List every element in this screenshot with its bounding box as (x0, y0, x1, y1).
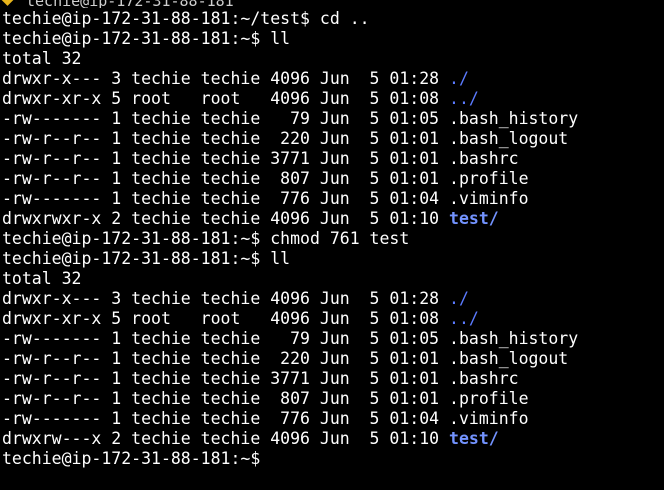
listing-row: drwxr-x--- 3 techie techie 4096 Jun 5 01… (2, 289, 578, 309)
listing-row: -rw------- 1 techie techie 79 Jun 5 01:0… (2, 109, 578, 129)
prompt-line: techie@ip-172-31-88-181:~$ ll (2, 249, 578, 269)
window-title: techie@ip-172-31-88-181 (26, 0, 234, 8)
listing-meta: drwxr-xr-x 5 root root 4096 Jun 5 01:08 (2, 89, 440, 108)
prompt-line: techie@ip-172-31-88-181:~$ chmod 761 tes… (2, 229, 578, 249)
listing-row: -rw------- 1 techie techie 776 Jun 5 01:… (2, 409, 578, 429)
shell-prompt: techie@ip-172-31-88-181:~$ (2, 249, 261, 268)
prompt-line: techie@ip-172-31-88-181:~$ (2, 449, 578, 469)
listing-row: drwxrwxr-x 2 techie techie 4096 Jun 5 01… (2, 209, 578, 229)
output-text: total 32 (2, 269, 82, 288)
listing-row: drwxr-xr-x 5 root root 4096 Jun 5 01:08 … (2, 309, 578, 329)
directory-name: ./ (449, 69, 469, 88)
shell-command: cd .. (319, 9, 370, 28)
title-bar: techie@ip-172-31-88-181 (0, 0, 664, 8)
listing-meta: -rw------- 1 techie techie 79 Jun 5 01:0… (2, 109, 440, 128)
listing-row: -rw------- 1 techie techie 776 Jun 5 01:… (2, 189, 578, 209)
file-name: .profile (449, 169, 529, 188)
listing-row: -rw-r--r-- 1 techie techie 3771 Jun 5 01… (2, 149, 578, 169)
listing-row: drwxr-x--- 3 techie techie 4096 Jun 5 01… (2, 69, 578, 89)
directory-name: ../ (449, 89, 479, 108)
file-name: .bashrc (449, 149, 519, 168)
directory-name: ../ (449, 309, 479, 328)
listing-meta: drwxrwxr-x 2 techie techie 4096 Jun 5 01… (2, 209, 440, 228)
listing-meta: drwxr-xr-x 5 root root 4096 Jun 5 01:08 (2, 309, 440, 328)
listing-meta: -rw-r--r-- 1 techie techie 3771 Jun 5 01… (2, 149, 440, 168)
shell-command: ll (270, 249, 291, 268)
directory-name: test/ (449, 209, 499, 228)
shell-prompt: techie@ip-172-31-88-181:~$ (2, 449, 261, 468)
shell-prompt: techie@ip-172-31-88-181:~$ (2, 29, 261, 48)
listing-row: -rw-r--r-- 1 techie techie 220 Jun 5 01:… (2, 129, 578, 149)
prompt-line: techie@ip-172-31-88-181:~/test$ cd .. (2, 9, 578, 29)
shell-command: ll (270, 29, 291, 48)
listing-meta: drwxrw---x 2 techie techie 4096 Jun 5 01… (2, 429, 440, 448)
listing-meta: -rw-r--r-- 1 techie techie 3771 Jun 5 01… (2, 369, 440, 388)
shell-prompt: techie@ip-172-31-88-181:~/test$ (2, 9, 310, 28)
file-name: .bashrc (449, 369, 519, 388)
file-name: .viminfo (449, 409, 529, 428)
listing-meta: drwxr-x--- 3 techie techie 4096 Jun 5 01… (2, 289, 440, 308)
file-name: .bash_logout (449, 349, 569, 368)
listing-row: -rw-r--r-- 1 techie techie 807 Jun 5 01:… (2, 389, 578, 409)
listing-row: drwxr-xr-x 5 root root 4096 Jun 5 01:08 … (2, 89, 578, 109)
terminal-window[interactable]: techie@ip-172-31-88-181 techie@ip-172-31… (0, 0, 664, 490)
file-name: .bash_history (449, 329, 579, 348)
terminal-output[interactable]: techie@ip-172-31-88-181:~/test$ cd .. tec… (2, 9, 578, 469)
terminal-app-icon (1, 0, 14, 6)
listing-meta: -rw------- 1 techie techie 79 Jun 5 01:0… (2, 329, 440, 348)
output-line: total 32 (2, 49, 578, 69)
directory-name: ./ (449, 289, 469, 308)
listing-row: -rw-r--r-- 1 techie techie 807 Jun 5 01:… (2, 169, 578, 189)
file-name: .bash_history (449, 109, 579, 128)
listing-meta: -rw------- 1 techie techie 776 Jun 5 01:… (2, 189, 440, 208)
listing-meta: -rw-r--r-- 1 techie techie 220 Jun 5 01:… (2, 349, 440, 368)
listing-meta: -rw-r--r-- 1 techie techie 807 Jun 5 01:… (2, 389, 440, 408)
listing-row: drwxrw---x 2 techie techie 4096 Jun 5 01… (2, 429, 578, 449)
shell-command: chmod 761 test (270, 229, 410, 248)
listing-meta: -rw-r--r-- 1 techie techie 220 Jun 5 01:… (2, 129, 440, 148)
listing-meta: -rw------- 1 techie techie 776 Jun 5 01:… (2, 409, 440, 428)
file-name: .profile (449, 389, 529, 408)
file-name: .bash_logout (449, 129, 569, 148)
listing-row: -rw------- 1 techie techie 79 Jun 5 01:0… (2, 329, 578, 349)
prompt-line: techie@ip-172-31-88-181:~$ ll (2, 29, 578, 49)
shell-prompt: techie@ip-172-31-88-181:~$ (2, 229, 261, 248)
listing-meta: -rw-r--r-- 1 techie techie 807 Jun 5 01:… (2, 169, 440, 188)
listing-row: -rw-r--r-- 1 techie techie 3771 Jun 5 01… (2, 369, 578, 389)
output-text: total 32 (2, 49, 82, 68)
output-line: total 32 (2, 269, 578, 289)
directory-name: test/ (449, 429, 499, 448)
file-name: .viminfo (449, 189, 529, 208)
listing-meta: drwxr-x--- 3 techie techie 4096 Jun 5 01… (2, 69, 440, 88)
listing-row: -rw-r--r-- 1 techie techie 220 Jun 5 01:… (2, 349, 578, 369)
